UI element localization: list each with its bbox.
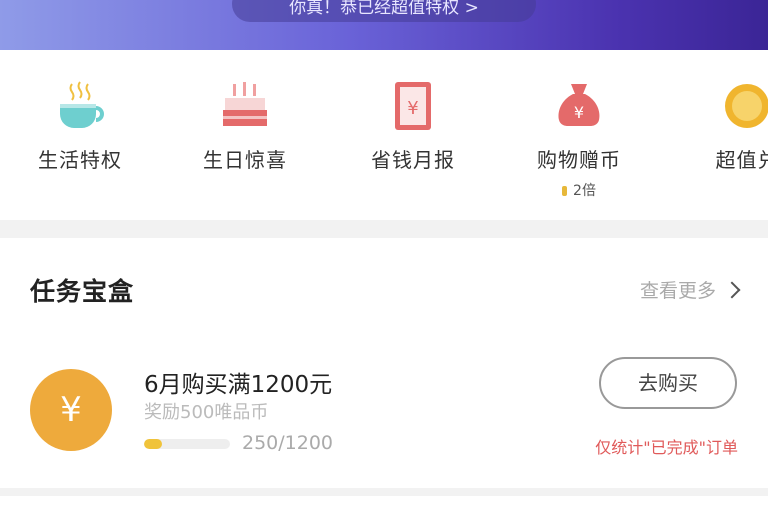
task-name: 6月购买满1200元 (144, 372, 333, 398)
chevron-right-icon (723, 281, 741, 299)
top-banner: 你真！恭已经超值特权 > (0, 0, 768, 50)
task-reward: 奖励500唯品币 (144, 402, 269, 423)
privilege-label: 生日惊喜 (203, 148, 287, 172)
progress-fill (144, 439, 162, 449)
task-box-card: 任务宝盒 查看更多 ¥ 6月购买满1200元 奖励500唯品币 250/1200… (0, 238, 768, 488)
see-more-label: 查看更多 (639, 280, 716, 302)
see-more-link[interactable]: 查看更多 (639, 276, 741, 303)
next-card-edge (0, 496, 768, 510)
privilege-sub: 2倍 (514, 180, 644, 200)
privilege-report[interactable]: ¥ 省钱月报 (348, 50, 478, 220)
page: 你真！恭已经超值特权 > 生活特权 生日惊喜 ¥ 省钱月报 ¥ 购物赠币 2倍 … (0, 0, 768, 510)
section-title: 任务宝盒 (30, 277, 135, 306)
order-note: 仅统计"已完成"订单 (595, 438, 738, 457)
coin-icon: ¥ (30, 369, 112, 451)
banner-link[interactable]: 你真！恭已经超值特权 > (232, 0, 536, 22)
privilege-exchange[interactable]: 超值兑 (682, 50, 768, 220)
progress-bar (144, 439, 230, 449)
progress-text: 250/1200 (242, 432, 334, 454)
privilege-label: 购物赠币 (537, 148, 621, 172)
money-bag-icon: ¥ (558, 84, 600, 127)
privileges-row: 生活特权 生日惊喜 ¥ 省钱月报 ¥ 购物赠币 2倍 超值 (0, 50, 768, 220)
svg-text:¥: ¥ (407, 98, 418, 119)
money-report-icon: ¥ (395, 82, 431, 130)
go-buy-button[interactable]: 去购买 (599, 357, 737, 409)
svg-text:¥: ¥ (574, 103, 584, 122)
bullet-icon (562, 186, 568, 196)
privilege-life[interactable]: 生活特权 (15, 50, 145, 220)
coffee-cup-icon (60, 81, 104, 128)
gold-coin-icon (725, 84, 768, 128)
privilege-shopping-coins[interactable]: ¥ 购物赠币 2倍 (514, 50, 644, 220)
privilege-label: 生活特权 (38, 148, 122, 172)
birthday-cake-icon (223, 82, 267, 126)
privilege-label: 超值兑 (715, 148, 768, 172)
privilege-label: 省钱月报 (371, 148, 455, 172)
privilege-birthday[interactable]: 生日惊喜 (180, 50, 310, 220)
